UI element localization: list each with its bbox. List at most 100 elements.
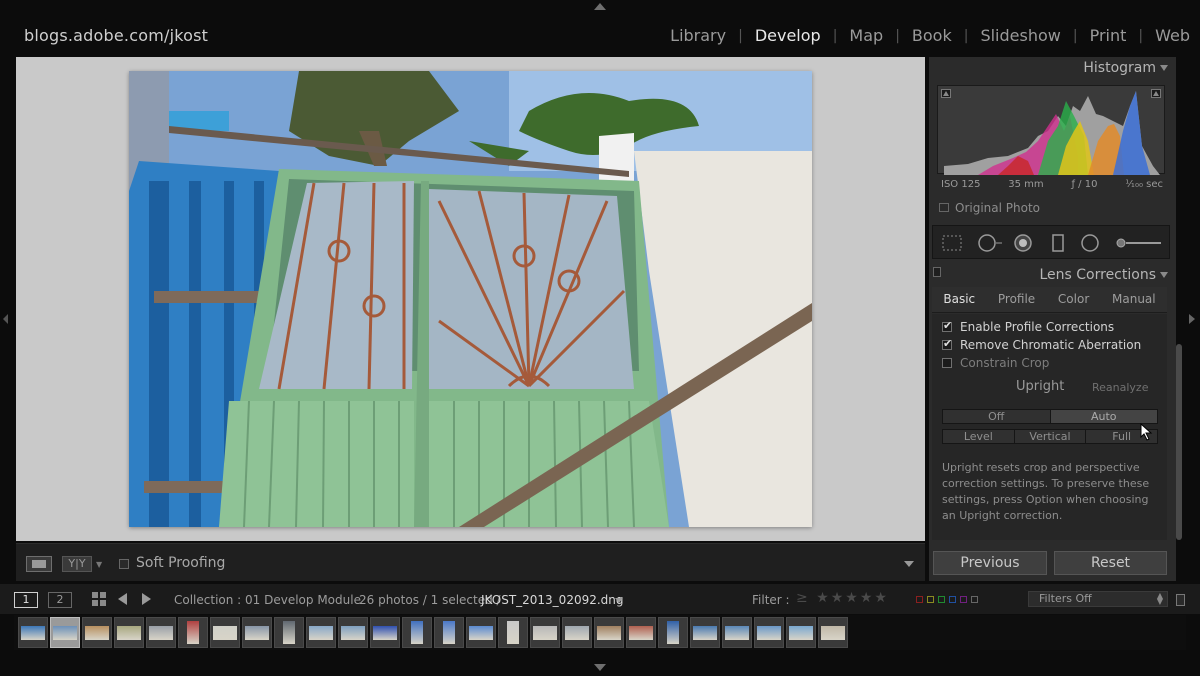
filmstrip-thumbnail[interactable] xyxy=(370,617,400,648)
filmstrip-thumbnail[interactable] xyxy=(306,617,336,648)
filmstrip-thumbnail[interactable] xyxy=(498,617,528,648)
module-print[interactable]: Print xyxy=(1090,26,1127,45)
upright-off-button[interactable]: Off xyxy=(943,410,1051,423)
filmstrip-thumbnail[interactable] xyxy=(18,617,48,648)
tab-profile[interactable]: Profile xyxy=(987,287,1047,312)
upright-auto-button[interactable]: Auto xyxy=(1050,410,1157,423)
rating-filter-stars[interactable]: ≥ ★★★★★ xyxy=(796,590,889,606)
filmstrip-thumbnail[interactable] xyxy=(722,617,752,648)
before-after-button[interactable]: Y|Y xyxy=(62,556,92,572)
thumbnail-image xyxy=(443,621,455,644)
filter-lock-icon[interactable] xyxy=(1176,594,1185,606)
remove-ca-row[interactable]: Remove Chromatic Aberration xyxy=(942,337,1141,352)
filmstrip-thumbnail[interactable] xyxy=(338,617,368,648)
filmstrip-thumbnail[interactable] xyxy=(530,617,560,648)
filmstrip-thumbnail[interactable] xyxy=(146,617,176,648)
module-develop[interactable]: Develop xyxy=(755,26,821,45)
panel-scrollbar[interactable] xyxy=(1176,344,1182,540)
lens-corrections-header[interactable]: Lens Corrections xyxy=(929,264,1176,286)
loupe-view-button[interactable] xyxy=(26,556,52,572)
filmstrip-thumbnail[interactable] xyxy=(466,617,496,648)
toolbar-menu-icon[interactable] xyxy=(904,561,914,567)
filmstrip-thumbnail[interactable] xyxy=(690,617,720,648)
red-eye-icon[interactable] xyxy=(1013,234,1035,252)
crop-overlay-icon[interactable] xyxy=(941,234,963,252)
forward-arrow-icon[interactable] xyxy=(142,593,151,605)
filmstrip-thumbnail[interactable] xyxy=(658,617,688,648)
purple-label-filter[interactable] xyxy=(960,596,967,603)
adjustment-brush-icon[interactable] xyxy=(1115,234,1163,252)
main-screen-button[interactable]: 1 xyxy=(14,592,38,608)
filmstrip-thumbnail[interactable] xyxy=(594,617,624,648)
photo-preview[interactable] xyxy=(129,71,812,527)
filmstrip-thumbnail[interactable] xyxy=(82,617,112,648)
thumbnail-image xyxy=(629,626,653,640)
filters-dropdown[interactable]: Filters Off ▲ ▼ xyxy=(1028,591,1168,607)
filmstrip-thumbnail[interactable] xyxy=(786,617,816,648)
grid-view-icon[interactable] xyxy=(92,592,106,606)
highlight-clipping-indicator[interactable] xyxy=(1151,89,1161,98)
back-arrow-icon[interactable] xyxy=(118,593,127,605)
reset-button[interactable]: Reset xyxy=(1054,551,1167,575)
collapse-icon[interactable] xyxy=(1160,65,1168,71)
filmstrip-thumbnail[interactable] xyxy=(50,617,80,648)
right-panel-toggle[interactable] xyxy=(1189,314,1195,324)
iso-value: ISO 125 xyxy=(941,179,981,190)
filmstrip-thumbnail[interactable] xyxy=(818,617,848,648)
tab-color[interactable]: Color xyxy=(1047,287,1101,312)
original-photo-checkbox[interactable] xyxy=(939,203,949,212)
histogram-graph[interactable] xyxy=(937,85,1165,175)
yellow-label-filter[interactable] xyxy=(927,596,934,603)
enable-profile-checkbox[interactable] xyxy=(942,319,952,332)
filmstrip-thumbnail[interactable] xyxy=(402,617,432,648)
collapse-icon[interactable] xyxy=(1160,272,1168,278)
upright-vertical-button[interactable]: Vertical xyxy=(1014,430,1087,443)
filter-operator[interactable]: ≥ xyxy=(796,590,810,606)
shadow-clipping-indicator[interactable] xyxy=(941,89,951,98)
filename-dropdown-icon[interactable] xyxy=(615,598,623,603)
before-after-caret-icon[interactable]: ▼ xyxy=(96,560,102,569)
module-slideshow[interactable]: Slideshow xyxy=(980,26,1060,45)
radial-filter-icon[interactable] xyxy=(1079,234,1101,252)
no-label-filter[interactable] xyxy=(971,596,978,603)
previous-button[interactable]: Previous xyxy=(933,551,1047,575)
enable-profile-row[interactable]: Enable Profile Corrections xyxy=(942,319,1114,334)
module-map[interactable]: Map xyxy=(849,26,883,45)
remove-ca-checkbox[interactable] xyxy=(942,337,952,350)
collection-source[interactable]: Collection : 01 Develop Module xyxy=(174,593,361,607)
top-panel-toggle[interactable] xyxy=(594,3,606,10)
tab-basic[interactable]: Basic xyxy=(932,287,987,312)
filmstrip-thumbnail[interactable] xyxy=(754,617,784,648)
thumbnail-image xyxy=(187,621,199,644)
histogram-header[interactable]: Histogram xyxy=(929,57,1176,79)
filmstrip-thumbnail[interactable] xyxy=(562,617,592,648)
green-label-filter[interactable] xyxy=(938,596,945,603)
filmstrip-thumbnail[interactable] xyxy=(434,617,464,648)
selected-filename[interactable]: JKOST_2013_02092.dng xyxy=(481,593,624,607)
filmstrip-thumbnail[interactable] xyxy=(242,617,272,648)
constrain-crop-row[interactable]: Constrain Crop xyxy=(942,356,1049,370)
graduated-filter-icon[interactable] xyxy=(1049,234,1067,252)
bottom-panel-toggle[interactable] xyxy=(594,664,606,671)
filmstrip-thumbnail[interactable] xyxy=(626,617,656,648)
secondary-screen-button[interactable]: 2 xyxy=(48,592,72,608)
filmstrip-thumbnail[interactable] xyxy=(210,617,240,648)
filmstrip-thumbnail[interactable] xyxy=(114,617,144,648)
left-panel-toggle[interactable] xyxy=(3,314,8,324)
module-library[interactable]: Library xyxy=(670,26,726,45)
module-web[interactable]: Web xyxy=(1155,26,1190,45)
soft-proofing-checkbox[interactable] xyxy=(119,559,129,569)
red-label-filter[interactable] xyxy=(916,596,923,603)
constrain-crop-checkbox[interactable] xyxy=(942,358,952,368)
blue-label-filter[interactable] xyxy=(949,596,956,603)
upright-description: Upright resets crop and perspective corr… xyxy=(942,461,1150,522)
spot-removal-icon[interactable] xyxy=(977,234,1003,252)
filmstrip-thumbnail[interactable] xyxy=(178,617,208,648)
module-book[interactable]: Book xyxy=(912,26,952,45)
upright-level-button[interactable]: Level xyxy=(943,430,1015,443)
star-icons[interactable]: ★★★★★ xyxy=(816,590,889,606)
image-canvas[interactable] xyxy=(16,57,925,541)
filmstrip-thumbnail[interactable] xyxy=(274,617,304,648)
tab-manual[interactable]: Manual xyxy=(1101,287,1167,312)
reanalyze-button[interactable]: Reanalyze xyxy=(1092,381,1148,394)
